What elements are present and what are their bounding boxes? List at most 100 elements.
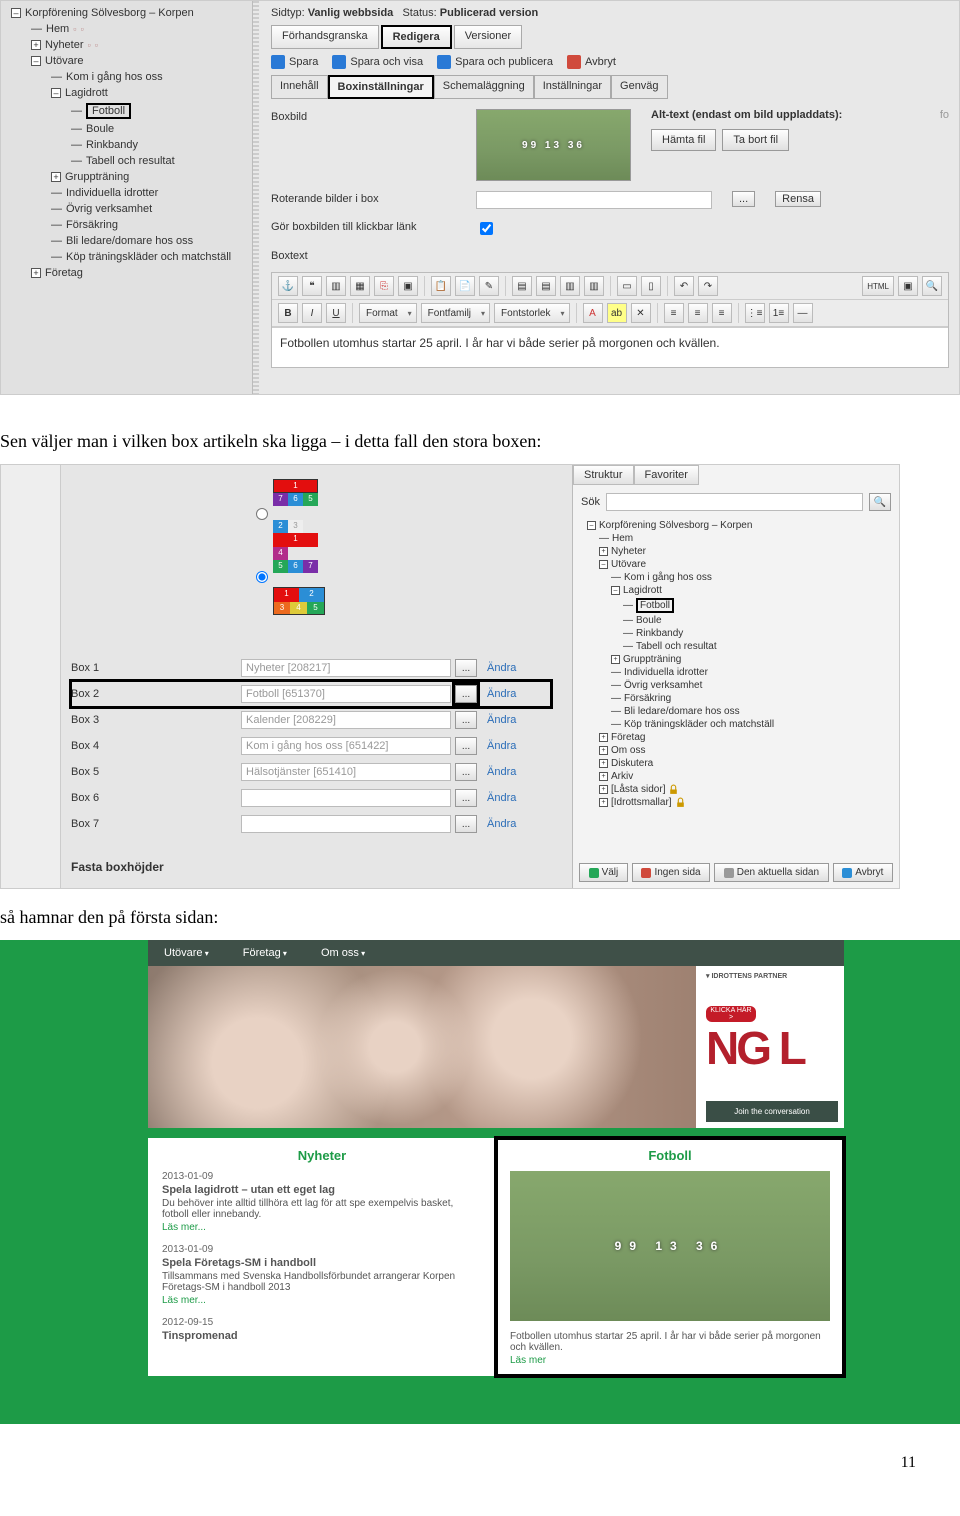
join-bar[interactable]: Join the conversation <box>706 1101 838 1122</box>
tree-nyheter[interactable]: +Nyheter ▫▫ <box>1 37 252 53</box>
read-more-link[interactable]: Läs mer... <box>162 1295 482 1306</box>
tree-hem[interactable]: — Hem <box>581 532 891 545</box>
current-page-button[interactable]: Den aktuella sidan <box>714 863 828 882</box>
clear-button[interactable]: ✕ <box>631 303 651 323</box>
tree-kom[interactable]: — Kom i gång hos oss <box>581 571 891 584</box>
tab-favoriter[interactable]: Favoriter <box>634 465 699 485</box>
number-list-button[interactable]: 1≡ <box>769 303 789 323</box>
tree-tabell[interactable]: — Tabell och resultat <box>1 153 252 169</box>
tree-boule[interactable]: — Boule <box>1 121 252 137</box>
no-page-button[interactable]: Ingen sida <box>632 863 710 882</box>
tree-foretag[interactable]: +Företag <box>1 265 252 281</box>
underline-button[interactable]: U <box>326 303 346 323</box>
tree-root[interactable]: –Korpförening Sölvesborg – Korpen <box>581 519 891 532</box>
browse-button[interactable]: ... <box>455 685 477 703</box>
change-link[interactable]: Ändra <box>487 792 516 804</box>
tree-idrotts[interactable]: +[Idrottsmallar] <box>581 796 891 809</box>
tab-struktur[interactable]: Struktur <box>573 465 634 485</box>
collapse-icon[interactable]: – <box>51 88 61 98</box>
col-button[interactable]: ▥ <box>560 276 580 296</box>
expand-icon[interactable]: + <box>31 40 41 50</box>
browse-button[interactable]: ... <box>732 191 755 207</box>
expand-icon[interactable]: + <box>599 733 608 742</box>
change-link[interactable]: Ändra <box>487 818 516 830</box>
collapse-icon[interactable]: – <box>31 56 41 66</box>
tree-kop[interactable]: — Köp träningskläder och matchställ <box>581 718 891 731</box>
expand-icon[interactable]: – <box>11 8 21 18</box>
browse-button[interactable]: ... <box>455 815 477 833</box>
fontsize-select[interactable]: Fontstorlek <box>494 303 569 323</box>
expand-icon[interactable]: + <box>599 746 608 755</box>
save-button[interactable]: Spara <box>271 55 318 69</box>
expand-icon[interactable]: + <box>611 655 620 664</box>
tree-rinkbandy[interactable]: — Rinkbandy <box>1 137 252 153</box>
italic-button[interactable]: I <box>302 303 322 323</box>
change-link[interactable]: Ändra <box>487 766 516 778</box>
row-before-button[interactable]: ▤ <box>512 276 532 296</box>
redo-button[interactable]: ↷ <box>698 276 718 296</box>
bold-button[interactable]: B <box>278 303 298 323</box>
row-after-button[interactable]: ▤ <box>536 276 556 296</box>
expand-icon[interactable]: + <box>599 798 608 807</box>
tree-root[interactable]: –Korpförening Sölvesborg – Korpen <box>1 5 252 21</box>
browse-button[interactable]: ... <box>455 737 477 755</box>
merge-button[interactable]: ▭ <box>617 276 637 296</box>
fullscreen-button[interactable]: ▣ <box>898 276 918 296</box>
collapse-icon[interactable]: – <box>587 521 596 530</box>
table-button[interactable]: ▦ <box>350 276 370 296</box>
browse-button[interactable]: ... <box>455 789 477 807</box>
save-show-button[interactable]: Spara och visa <box>332 55 423 69</box>
cancel-button[interactable]: Avbryt <box>833 863 893 882</box>
tree-forsakring[interactable]: — Försäkring <box>1 217 252 233</box>
change-link[interactable]: Ändra <box>487 688 516 700</box>
browse-button[interactable]: ... <box>455 763 477 781</box>
richtext-content[interactable]: Fotbollen utomhus startar 25 april. I år… <box>272 327 948 367</box>
panel-drag-handle[interactable] <box>253 1 259 395</box>
quote-button[interactable]: ❝ <box>302 276 322 296</box>
expand-icon[interactable]: + <box>31 268 41 278</box>
search-button[interactable]: 🔍 <box>922 276 942 296</box>
undo-button[interactable]: ↶ <box>674 276 694 296</box>
tree-ovrig[interactable]: — Övrig verksamhet <box>581 679 891 692</box>
click-here-button[interactable]: KLICKA HÄR > <box>706 1006 756 1022</box>
expand-icon[interactable]: + <box>599 772 608 781</box>
change-link[interactable]: Ändra <box>487 662 516 674</box>
tree-utovare[interactable]: –Utövare <box>1 53 252 69</box>
col2-button[interactable]: ▥ <box>584 276 604 296</box>
tree-grupp[interactable]: +Gruppträning <box>1 169 252 185</box>
rotating-input[interactable] <box>476 191 712 209</box>
align-left-button[interactable]: ≡ <box>664 303 684 323</box>
change-link[interactable]: Ändra <box>487 714 516 726</box>
post-title[interactable]: Tinspromenad <box>162 1330 482 1342</box>
clear-button[interactable]: Rensa <box>775 191 821 207</box>
tab-genvag[interactable]: Genväg <box>611 75 668 99</box>
tree-lagidrott[interactable]: –Lagidrott <box>581 584 891 597</box>
nav-utovare[interactable]: Utövare <box>164 947 209 959</box>
tree-ledare[interactable]: — Bli ledare/domare hos oss <box>1 233 252 249</box>
change-link[interactable]: Ändra <box>487 740 516 752</box>
tree-kop[interactable]: — Köp träningskläder och matchställ <box>1 249 252 265</box>
remove-file-button[interactable]: Ta bort fil <box>722 129 789 151</box>
tab-boxinstallningar[interactable]: Boxinställningar <box>328 75 434 99</box>
align-center-button[interactable]: ≡ <box>688 303 708 323</box>
tree-utovare[interactable]: –Utövare <box>581 558 891 571</box>
box-value[interactable]: Hälsotjänster [651410] <box>241 763 451 781</box>
layout-radio-1[interactable] <box>256 508 268 520</box>
fetch-file-button[interactable]: Hämta fil <box>651 129 716 151</box>
paste-button[interactable]: 📋 <box>431 276 451 296</box>
link-button[interactable]: ⎘ <box>374 276 394 296</box>
browse-button[interactable]: ... <box>455 659 477 677</box>
tree-omoss[interactable]: +Om oss <box>581 744 891 757</box>
cancel-button[interactable]: Avbryt <box>567 55 616 69</box>
embed-button[interactable]: ▣ <box>398 276 418 296</box>
tree-rinkbandy[interactable]: — Rinkbandy <box>581 627 891 640</box>
layout-radio-3[interactable] <box>256 571 268 583</box>
align-right-button[interactable]: ≡ <box>712 303 732 323</box>
tab-edit[interactable]: Redigera <box>381 25 452 49</box>
collapse-icon[interactable]: – <box>599 560 608 569</box>
textcolor-button[interactable]: A <box>583 303 603 323</box>
box-value[interactable]: Kom i gång hos oss [651422] <box>241 737 451 755</box>
expand-icon[interactable]: + <box>51 172 61 182</box>
nav-omoss[interactable]: Om oss <box>321 947 365 959</box>
tree-ovrig[interactable]: — Övrig verksamhet <box>1 201 252 217</box>
